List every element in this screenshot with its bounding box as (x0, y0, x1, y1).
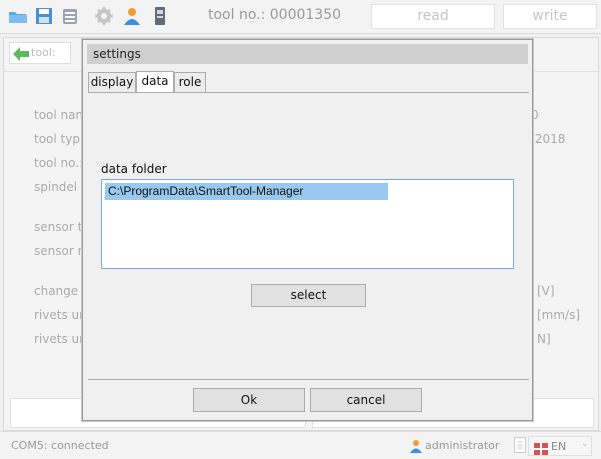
row-label-tool-name: tool nam (34, 108, 88, 122)
row-value-rivets-force: N] (537, 332, 551, 346)
save-icon[interactable] (34, 6, 54, 26)
open-folder-icon[interactable] (8, 6, 28, 26)
row-value-change: [V] (537, 284, 555, 298)
chevron-down-icon: ⌄ (581, 439, 589, 449)
row-label-spindel: spindel (34, 180, 78, 194)
data-folder-path[interactable]: C:\ProgramData\SmartTool-Manager (105, 183, 388, 200)
row-label-change: change (34, 284, 79, 298)
tool-number: tool no.: 00001350 (208, 7, 342, 23)
row-label-sensor-type: sensor t (34, 220, 83, 234)
toolbar: tool no.: 00001350 read write (0, 0, 601, 34)
current-user: administrator (425, 439, 500, 452)
data-folder-field[interactable]: C:\ProgramData\SmartTool-Manager (101, 179, 514, 269)
tab-role[interactable]: role (174, 72, 206, 92)
dialog-title: settings (93, 47, 141, 61)
dialog-titlebar[interactable]: settings (87, 44, 528, 64)
user-icon (409, 438, 423, 457)
back-arrow-icon (13, 46, 29, 65)
cancel-button[interactable]: cancel (310, 388, 422, 412)
back-button[interactable]: tool: (9, 42, 71, 64)
dialog-divider (88, 379, 529, 380)
row-value-tool-type: .2018 (531, 132, 566, 146)
data-tab-panel: data folder C:\ProgramData\SmartTool-Man… (88, 92, 529, 379)
row-value-rivets-speed: [mm/s] (537, 308, 581, 322)
flag-icon (534, 440, 548, 459)
language-select[interactable]: EN ⌄ (528, 436, 592, 456)
row-label-rivets-speed: rivets ur (34, 308, 85, 322)
row-label-rivets-force: rivets ur (34, 332, 85, 346)
connection-status: COM5: connected (11, 439, 109, 452)
settings-dialog: settings display data role data folder C… (82, 39, 533, 421)
document-icon[interactable] (514, 437, 526, 457)
read-button[interactable]: read (371, 4, 495, 29)
language-label: EN (551, 440, 567, 453)
back-label: tool: (31, 46, 56, 59)
tab-display[interactable]: display (88, 72, 136, 92)
ok-button[interactable]: Ok (193, 388, 305, 412)
tab-data[interactable]: data (136, 71, 174, 93)
gear-icon[interactable] (94, 6, 114, 26)
user-manager-icon[interactable] (122, 6, 142, 26)
status-bar: COM5: connected administrator EN ⌄ (0, 431, 601, 459)
device-icon[interactable] (150, 6, 170, 26)
data-folder-label: data folder (101, 162, 167, 176)
row-label-tool-no: tool no.: (34, 156, 84, 170)
row-label-sensor-no: sensor n (34, 244, 86, 258)
select-button[interactable]: select (251, 284, 366, 307)
write-button[interactable]: write (503, 4, 597, 29)
list-icon[interactable] (60, 6, 80, 26)
row-label-tool-type: tool typ (34, 132, 80, 146)
